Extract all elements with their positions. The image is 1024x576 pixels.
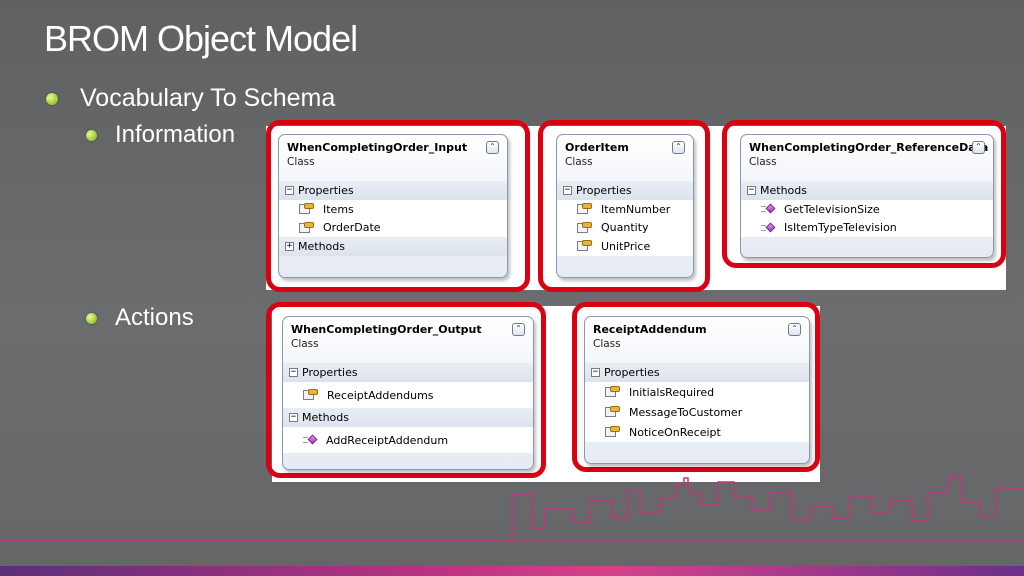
properties-header[interactable]: − Properties [557, 181, 693, 200]
property-label: UnitPrice [601, 239, 651, 253]
properties-header[interactable]: − Properties [585, 363, 809, 382]
class-card-receiptaddendum[interactable]: ReceiptAddendum Class ⌃ − Properties Ini… [584, 316, 810, 464]
bullet-vocabulary-text: Vocabulary To Schema [80, 84, 336, 112]
properties-header[interactable]: − Properties [279, 181, 507, 200]
minus-toggle-icon[interactable]: − [289, 368, 298, 377]
property-row[interactable]: Quantity [557, 218, 693, 237]
skyline-decoration [0, 475, 1024, 541]
property-row[interactable]: ReceiptAddendums [283, 382, 533, 408]
property-label: OrderDate [323, 221, 381, 235]
property-label: Items [323, 202, 354, 216]
class-name: OrderItem [565, 141, 629, 154]
actions-diagram-panel: WhenCompletingOrder_Output Class ⌃ − Pro… [266, 302, 820, 482]
minus-toggle-icon[interactable]: − [289, 413, 298, 422]
property-row[interactable]: Items [279, 200, 507, 219]
bullet-actions-text: Actions [115, 304, 194, 331]
card-header: WhenCompletingOrder_Input Class ⌃ [279, 135, 507, 181]
property-label: Quantity [601, 221, 649, 235]
property-row[interactable]: NoticeOnReceipt [585, 422, 809, 442]
property-icon [605, 386, 620, 398]
class-type: Class [291, 338, 319, 350]
section-label: Properties [576, 184, 632, 197]
property-label: ItemNumber [601, 202, 671, 216]
section-label: Methods [760, 184, 807, 197]
properties-section: − Properties Items OrderDate [279, 181, 507, 237]
section-label: Properties [604, 366, 660, 379]
property-row[interactable]: ItemNumber [557, 200, 693, 219]
method-row[interactable]: IsItemTypeTelevision [741, 218, 993, 237]
property-icon [605, 406, 620, 418]
methods-header[interactable]: + Methods [279, 237, 507, 256]
method-label: IsItemTypeTelevision [784, 221, 897, 235]
plus-toggle-icon[interactable]: + [285, 242, 294, 251]
method-row[interactable]: AddReceiptAddendum [283, 427, 533, 453]
section-label: Methods [302, 411, 349, 424]
section-label: Properties [302, 366, 358, 379]
bullet-dot-icon [86, 312, 97, 324]
card-header: WhenCompletingOrder_Output Class ⌃ [283, 317, 533, 363]
method-icon [761, 222, 776, 234]
collapse-chevron-icon[interactable]: ⌃ [672, 141, 685, 154]
property-icon [299, 221, 314, 234]
card-header: OrderItem Class ⌃ [557, 135, 693, 181]
minus-toggle-icon[interactable]: − [747, 186, 756, 195]
method-icon [761, 203, 776, 215]
property-label: MessageToCustomer [629, 405, 743, 419]
collapse-chevron-icon[interactable]: ⌃ [512, 323, 525, 336]
class-name: WhenCompletingOrder_Input [287, 141, 468, 154]
section-label: Properties [298, 184, 354, 197]
class-name: WhenCompletingOrder_Output [291, 323, 482, 336]
property-icon [605, 426, 620, 438]
methods-header[interactable]: − Methods [741, 181, 993, 200]
class-card-orderitem[interactable]: OrderItem Class ⌃ − Properties ItemNumbe… [556, 134, 694, 278]
property-icon [303, 389, 318, 401]
property-icon [577, 240, 592, 252]
properties-header[interactable]: − Properties [283, 363, 533, 382]
class-name: WhenCompletingOrder_ReferenceData [749, 141, 989, 154]
property-label: InitialsRequired [629, 385, 715, 399]
methods-header[interactable]: − Methods [283, 408, 533, 427]
method-row[interactable]: GetTelevisionSize [741, 200, 993, 219]
property-icon [577, 221, 592, 234]
method-icon [303, 434, 318, 446]
bullet-information: Information [86, 121, 235, 149]
minus-toggle-icon[interactable]: − [591, 368, 600, 377]
section-label: Methods [298, 240, 345, 253]
property-row[interactable]: MessageToCustomer [585, 402, 809, 422]
class-type: Class [593, 338, 621, 350]
card-header: WhenCompletingOrder_ReferenceData Class … [741, 135, 993, 181]
footer-gradient-bar [0, 566, 1024, 576]
bullet-actions: Actions [86, 304, 194, 332]
slide-title: BROM Object Model [44, 18, 358, 59]
class-card-input[interactable]: WhenCompletingOrder_Input Class ⌃ − Prop… [278, 134, 508, 278]
property-row[interactable]: OrderDate [279, 218, 507, 237]
method-label: AddReceiptAddendum [326, 433, 449, 447]
minus-toggle-icon[interactable]: − [563, 186, 572, 195]
class-type: Class [749, 156, 777, 168]
class-type: Class [565, 156, 593, 168]
bullet-information-text: Information [115, 121, 236, 148]
collapse-chevron-icon[interactable]: ⌃ [788, 323, 801, 336]
class-card-output[interactable]: WhenCompletingOrder_Output Class ⌃ − Pro… [282, 316, 534, 470]
bullet-dot-icon [86, 129, 97, 141]
information-diagram-panel: WhenCompletingOrder_Input Class ⌃ − Prop… [266, 120, 1006, 292]
card-header: ReceiptAddendum Class ⌃ [585, 317, 809, 363]
bullet-dot-icon [46, 92, 58, 105]
property-icon [299, 203, 314, 215]
bullet-vocabulary: Vocabulary To Schema [46, 84, 335, 113]
class-type: Class [287, 156, 315, 168]
property-label: NoticeOnReceipt [629, 425, 721, 439]
method-label: GetTelevisionSize [784, 202, 880, 216]
class-card-referencedata[interactable]: WhenCompletingOrder_ReferenceData Class … [740, 134, 994, 258]
property-row[interactable]: InitialsRequired [585, 382, 809, 402]
class-name: ReceiptAddendum [593, 323, 707, 336]
collapse-chevron-icon[interactable]: ⌃ [486, 141, 499, 154]
property-label: ReceiptAddendums [327, 388, 434, 402]
property-row[interactable]: UnitPrice [557, 237, 693, 256]
property-icon [577, 203, 592, 215]
minus-toggle-icon[interactable]: − [285, 186, 294, 195]
collapse-chevron-icon[interactable]: ⌃ [972, 141, 985, 154]
